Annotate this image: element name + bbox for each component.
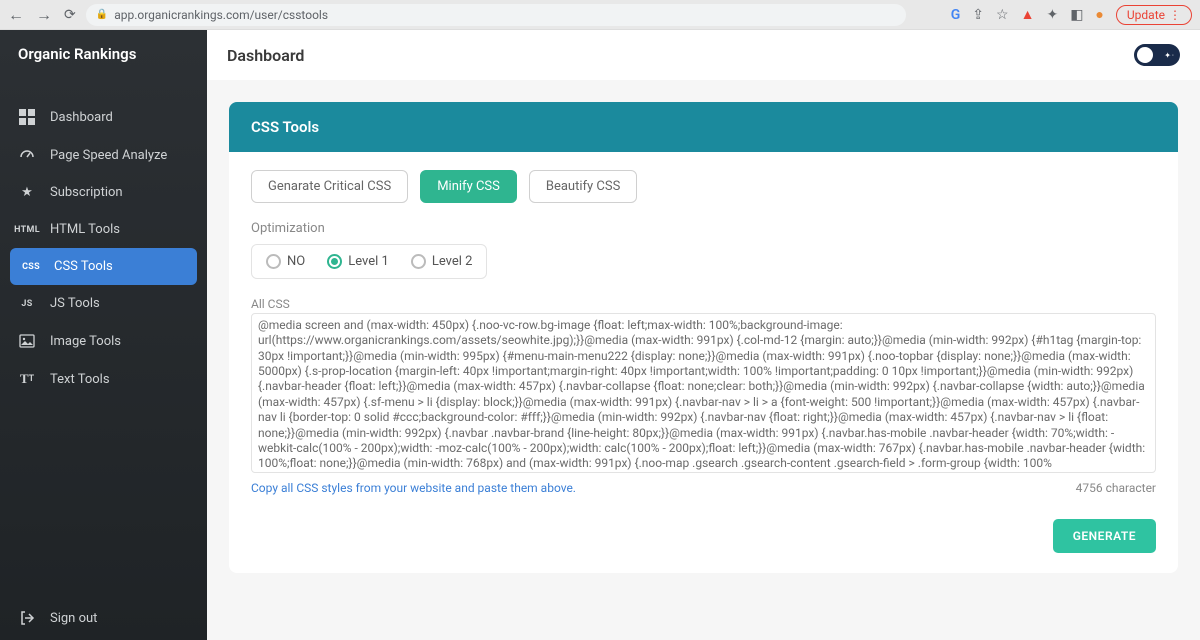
url-bar[interactable]: 🔒 app.organicrankings.com/user/csstools bbox=[86, 4, 906, 26]
html-badge-icon: HTML bbox=[18, 225, 36, 235]
forward-icon[interactable]: → bbox=[36, 5, 52, 25]
url-text: app.organicrankings.com/user/csstools bbox=[114, 8, 328, 22]
all-css-label: All CSS bbox=[251, 297, 1156, 311]
sidebar-item-pagespeed[interactable]: Page Speed Analyze bbox=[0, 136, 207, 174]
dashboard-icon bbox=[18, 109, 36, 125]
image-icon bbox=[18, 333, 36, 349]
lock-icon: 🔒 bbox=[96, 9, 108, 20]
profile-icon[interactable]: ● bbox=[1095, 6, 1103, 23]
dark-mode-toggle[interactable]: ✦· bbox=[1134, 44, 1180, 66]
tab-beautify-css[interactable]: Beautify CSS bbox=[529, 170, 637, 203]
char-count: 4756 character bbox=[1076, 481, 1156, 495]
css-input[interactable] bbox=[251, 313, 1156, 473]
browser-chrome: ← → ⟳ 🔒 app.organicrankings.com/user/css… bbox=[0, 0, 1200, 30]
js-badge-icon: JS bbox=[18, 299, 36, 309]
help-text: Copy all CSS styles from your website an… bbox=[251, 481, 576, 495]
update-button[interactable]: Update ⋮ bbox=[1116, 5, 1192, 25]
speed-icon bbox=[18, 147, 36, 163]
puzzle-icon[interactable]: ✦ bbox=[1046, 7, 1058, 23]
sidebar-item-js-tools[interactable]: JS JS Tools bbox=[0, 285, 207, 322]
css-badge-icon: CSS bbox=[22, 262, 40, 272]
sidebar: Organic Rankings Dashboard Page Speed An… bbox=[0, 30, 207, 640]
share-icon[interactable]: ⇪ bbox=[972, 7, 984, 23]
star-icon[interactable]: ☆ bbox=[996, 7, 1009, 23]
brand-title: Organic Rankings bbox=[0, 30, 207, 78]
back-icon[interactable]: ← bbox=[8, 5, 24, 25]
generate-button[interactable]: GENERATE bbox=[1053, 519, 1156, 553]
toggle-knob bbox=[1137, 47, 1153, 63]
page-title: Dashboard bbox=[227, 46, 304, 65]
tab-minify-css[interactable]: Minify CSS bbox=[420, 170, 517, 203]
stars-icon: ✦· bbox=[1164, 51, 1175, 60]
more-icon: ⋮ bbox=[1169, 8, 1181, 22]
google-icon[interactable]: G bbox=[951, 7, 961, 23]
sidebar-item-html-tools[interactable]: HTML HTML Tools bbox=[0, 211, 207, 248]
radio-level2[interactable]: Level 2 bbox=[411, 254, 473, 269]
radio-no[interactable]: NO bbox=[266, 254, 305, 269]
sidebar-item-dashboard[interactable]: Dashboard bbox=[0, 98, 207, 136]
optimization-label: Optimization bbox=[251, 221, 1156, 236]
extension-icon[interactable]: ▲ bbox=[1021, 6, 1035, 23]
radio-dot bbox=[411, 254, 426, 269]
sidebar-item-subscription[interactable]: ★ Subscription bbox=[0, 174, 207, 211]
window-icon[interactable]: ◧ bbox=[1070, 7, 1083, 23]
signout-icon bbox=[18, 610, 36, 626]
radio-dot bbox=[266, 254, 281, 269]
sidebar-item-css-tools[interactable]: CSS CSS Tools bbox=[10, 248, 197, 285]
tool-tabs: Genarate Critical CSS Minify CSS Beautif… bbox=[229, 152, 1178, 203]
text-icon: TT bbox=[18, 371, 36, 387]
star-icon: ★ bbox=[18, 185, 36, 200]
card-header: CSS Tools bbox=[229, 102, 1178, 152]
main-content: Dashboard ✦· CSS Tools Genarate Critical… bbox=[207, 30, 1200, 640]
sidebar-item-image-tools[interactable]: Image Tools bbox=[0, 322, 207, 360]
sidebar-nav: Dashboard Page Speed Analyze ★ Subscript… bbox=[0, 78, 207, 596]
css-tools-card: CSS Tools Genarate Critical CSS Minify C… bbox=[229, 102, 1178, 573]
radio-level1[interactable]: Level 1 bbox=[327, 254, 389, 269]
radio-dot bbox=[327, 254, 342, 269]
optimization-radio-group: NO Level 1 Level 2 bbox=[251, 244, 487, 279]
tab-generate-critical-css[interactable]: Genarate Critical CSS bbox=[251, 170, 408, 203]
sidebar-item-text-tools[interactable]: TT Text Tools bbox=[0, 360, 207, 398]
reload-icon[interactable]: ⟳ bbox=[64, 7, 76, 23]
topbar: Dashboard ✦· bbox=[207, 30, 1200, 80]
signout-button[interactable]: Sign out bbox=[0, 596, 207, 640]
